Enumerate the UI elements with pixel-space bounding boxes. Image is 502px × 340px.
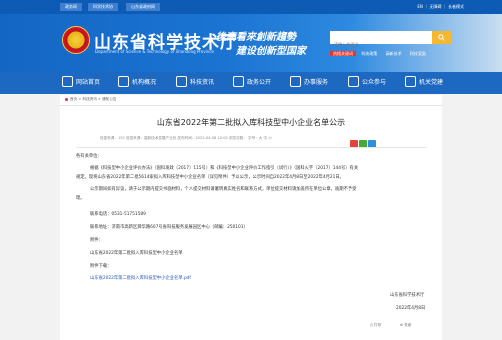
hot-words-label: 热搜关键词 xyxy=(330,51,356,56)
paragraph-1-line-1: 根据《科技型中小企业评价办法》（国科发政〔2017〕115号）和《科技型中小企业… xyxy=(90,166,359,171)
nav-item-public[interactable]: 公众参与 xyxy=(348,72,386,94)
breadcrumb[interactable]: 首页 > 科技资讯 > 通知公告 xyxy=(65,97,117,102)
share-buttons xyxy=(349,133,376,152)
top-link-3[interactable]: 山东省政府网 xyxy=(126,3,160,11)
top-link-2[interactable]: 科学技术协 xyxy=(88,3,118,11)
nav-label: 科技资讯 xyxy=(190,79,215,86)
attachment-name: 山东省2022年第二批拟入库科技型中小企业名单 xyxy=(90,251,183,256)
hot-word-1[interactable]: 科技政策 xyxy=(361,51,377,56)
nav-label: 机关党建 xyxy=(419,79,444,86)
hot-word-2[interactable]: 高新技术 xyxy=(386,51,402,56)
nav-item-party[interactable]: 机关党建 xyxy=(405,72,443,94)
people-icon xyxy=(348,76,359,87)
signature-org: 山东省科学技术厅 xyxy=(390,293,425,298)
breadcrumb-text: 首页 > 科技资讯 > 通知公告 xyxy=(70,97,117,101)
slogan-line-2: 建设创新型国家 xyxy=(236,46,306,57)
slogan-line-1: 後高看來創新趨勢 xyxy=(216,32,296,43)
nav-label: 政务公开 xyxy=(247,79,272,86)
nav-item-news[interactable]: 科技资讯 xyxy=(176,72,214,94)
nav-item-affairs[interactable]: 政务公开 xyxy=(233,72,271,94)
paragraph-2-line-1: 公示期间如有异议，请于公示期内提交书面材料，个人提交材料请署明真实姓名和联系方式… xyxy=(90,187,357,192)
article-meta: 信息来源：152 信息来源：高新技术发展产业处 发布时间：2022-04-08 … xyxy=(100,136,272,140)
article-title: 山东省2022年第二批拟入库科技型中小企业名单公示 xyxy=(156,118,346,127)
top-link-1[interactable]: 政务网 xyxy=(60,3,82,11)
hot-word-3[interactable]: 科技奖励 xyxy=(410,51,426,56)
print-icon: ⎙ xyxy=(370,323,373,327)
party-icon xyxy=(405,76,416,87)
signature-date: 2022年4月8日 xyxy=(396,306,426,311)
close-label: 关闭 xyxy=(404,323,412,327)
print-button[interactable]: ⎙ 打印 xyxy=(370,323,381,328)
contact-phone: 联系电话：0531-51751589 xyxy=(90,212,146,217)
nav-label: 网站首页 xyxy=(76,79,101,86)
site-header: 山东省科学技术厅 Department of Science & Technol… xyxy=(0,14,502,72)
news-icon xyxy=(176,76,187,87)
close-icon: ⊗ xyxy=(400,323,404,327)
org-icon xyxy=(118,76,129,87)
attachment-label: 附件： xyxy=(90,238,103,243)
national-emblem-icon xyxy=(62,26,90,54)
hot-words: 热搜关键词 科技政策 高新技术 科技奖励 xyxy=(330,51,433,57)
top-right-links[interactable]: EN ｜ 无障碍 ｜ 长者模式 xyxy=(417,3,464,11)
top-bar: 政务网 科学技术协 山东省政府网 EN ｜ 无障碍 ｜ 长者模式 xyxy=(0,0,502,14)
contact-address: 联系地址：济南市高新区舜华路607号省科技服务发展园区中心（邮编：250101） xyxy=(90,225,248,230)
nav-label: 公众参与 xyxy=(362,79,387,86)
main-nav: 网站首页 机构概况 科技资讯 政务公开 办事服务 公众参与 机关党建 xyxy=(0,72,502,94)
service-icon xyxy=(290,76,301,87)
divider xyxy=(76,147,426,148)
home-location-icon xyxy=(65,97,68,101)
nav-label: 机构概况 xyxy=(132,79,157,86)
divider xyxy=(60,105,442,106)
greeting: 各有关单位： xyxy=(76,154,102,159)
nav-item-home[interactable]: 网站首页 xyxy=(62,72,100,94)
paragraph-1-line-2: 规定。现将山东省2022年第二批5614家拟入库科技型中小企业名单（详见附件）予… xyxy=(76,175,344,180)
nav-item-service[interactable]: 办事服务 xyxy=(290,72,328,94)
nav-item-org[interactable]: 机构概况 xyxy=(118,72,156,94)
search-icon xyxy=(438,34,445,41)
paragraph-2-line-2: 理。 xyxy=(76,196,85,201)
affairs-icon xyxy=(233,76,244,87)
home-icon xyxy=(62,76,73,87)
print-label: 打印 xyxy=(374,323,382,327)
search-button[interactable] xyxy=(432,31,452,44)
search-box xyxy=(330,31,433,51)
download-label: 附件下载： xyxy=(90,264,112,269)
close-button[interactable]: ⊗ 关闭 xyxy=(400,323,411,328)
search-input[interactable] xyxy=(330,38,433,51)
nav-label: 办事服务 xyxy=(304,79,329,86)
article-panel: 首页 > 科技资讯 > 通知公告 山东省2022年第二批拟入库科技型中小企业名单… xyxy=(60,95,442,340)
site-subtitle: Department of Science & Technology of Sh… xyxy=(95,49,214,54)
attachment-download-link[interactable]: 山东省2022年第二批拟入库科技型中小企业名单.pdf xyxy=(90,275,191,281)
